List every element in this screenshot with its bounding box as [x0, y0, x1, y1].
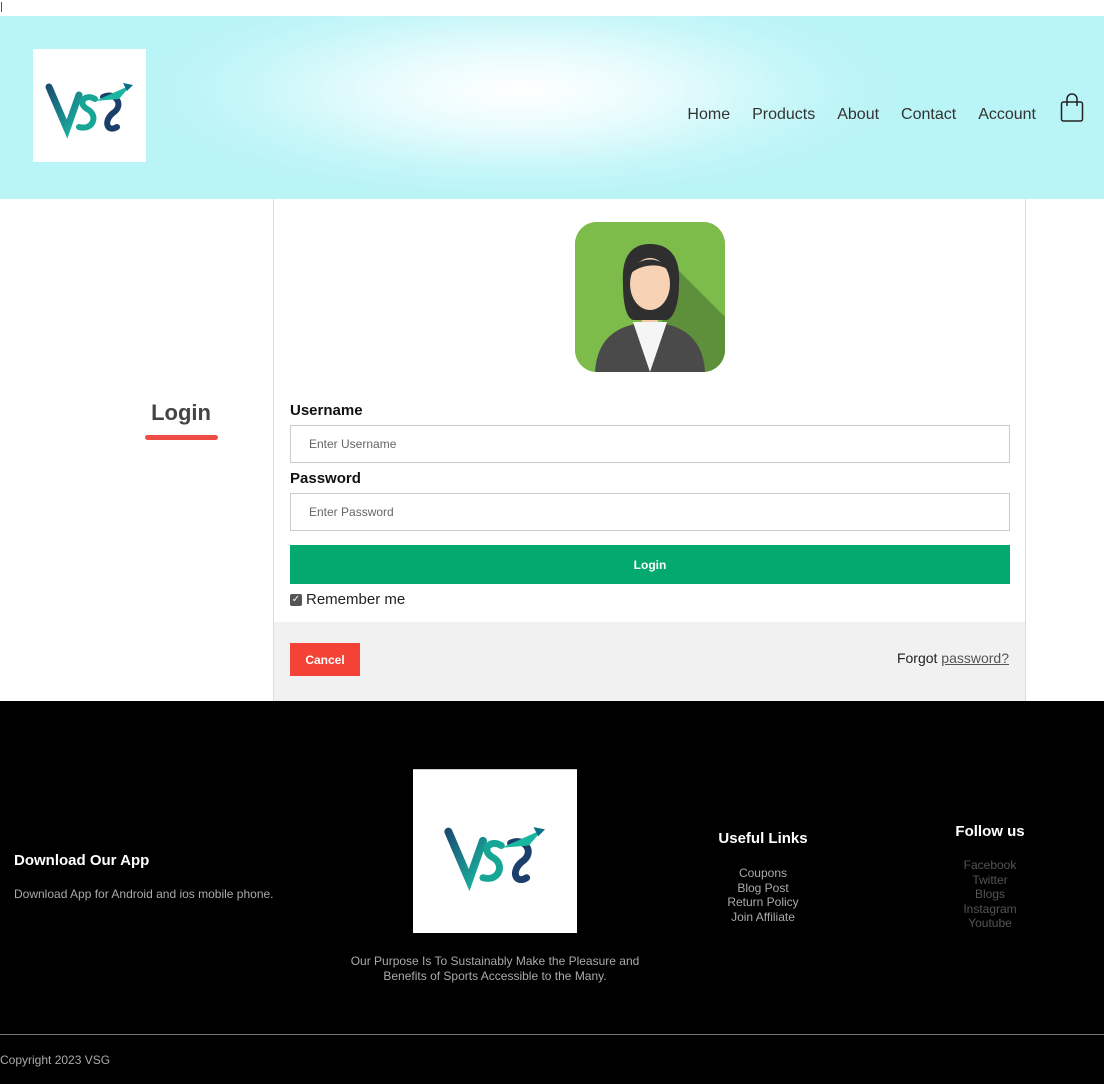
nav-account[interactable]: Account — [978, 106, 1036, 124]
user-avatar-icon — [575, 222, 725, 372]
text-cursor — [1, 2, 2, 12]
vsg-logo-icon — [444, 827, 546, 892]
link-coupons[interactable]: Coupons — [703, 866, 823, 881]
forgot-password-link[interactable]: password? — [941, 650, 1009, 666]
download-app-title: Download Our App — [14, 852, 150, 869]
username-input[interactable] — [290, 425, 1010, 463]
copyright: Copyright 2023 VSG — [0, 1053, 111, 1067]
shopping-bag-icon[interactable] — [1060, 93, 1084, 123]
useful-links-title: Useful Links — [718, 830, 808, 847]
site-footer: Download Our App Download App for Androi… — [0, 701, 1104, 1084]
nav-about[interactable]: About — [837, 106, 879, 124]
download-app-text: Download App for Android and ios mobile … — [14, 887, 274, 901]
card-footer: Cancel Forgot password? — [274, 622, 1025, 701]
login-card: Username Password Login ✓ Remember me Ca… — [273, 199, 1026, 701]
password-input[interactable] — [290, 493, 1010, 531]
useful-links-list: Coupons Blog Post Return Policy Join Aff… — [703, 866, 823, 924]
link-blogs[interactable]: Blogs — [940, 887, 1040, 902]
footer-logo — [413, 769, 577, 933]
follow-us-title: Follow us — [955, 823, 1025, 840]
site-header: Home Products About Contact Account — [0, 16, 1104, 199]
link-return-policy[interactable]: Return Policy — [703, 895, 823, 910]
forgot-password: Forgot password? — [897, 650, 1009, 666]
nav-products[interactable]: Products — [752, 106, 815, 124]
link-youtube[interactable]: Youtube — [940, 916, 1040, 931]
nav-contact[interactable]: Contact — [901, 106, 956, 124]
login-button[interactable]: Login — [290, 545, 1010, 584]
login-heading: Login — [151, 400, 211, 425]
username-label: Username — [290, 402, 363, 419]
link-join-affiliate[interactable]: Join Affiliate — [703, 910, 823, 925]
nav-home[interactable]: Home — [687, 106, 730, 124]
main-nav: Home Products About Contact Account — [687, 106, 1036, 124]
vsg-logo-icon — [45, 83, 133, 139]
purpose-text: Our Purpose Is To Sustainably Make the P… — [350, 954, 640, 983]
remember-me[interactable]: ✓ Remember me — [290, 591, 405, 608]
link-instagram[interactable]: Instagram — [940, 902, 1040, 917]
checkbox-checked-icon[interactable]: ✓ — [290, 593, 302, 606]
forgot-prefix: Forgot — [896, 650, 938, 666]
link-blog-post[interactable]: Blog Post — [703, 881, 823, 896]
link-twitter[interactable]: Twitter — [940, 873, 1040, 888]
link-facebook[interactable]: Facebook — [940, 858, 1040, 873]
follow-links-list: Facebook Twitter Blogs Instagram Youtube — [940, 858, 1040, 931]
cancel-button[interactable]: Cancel — [290, 643, 360, 676]
footer-divider — [0, 1034, 1104, 1035]
remember-label: Remember me — [306, 591, 406, 608]
password-label: Password — [290, 470, 361, 487]
heading-underline — [145, 435, 218, 440]
site-logo[interactable] — [33, 49, 146, 162]
